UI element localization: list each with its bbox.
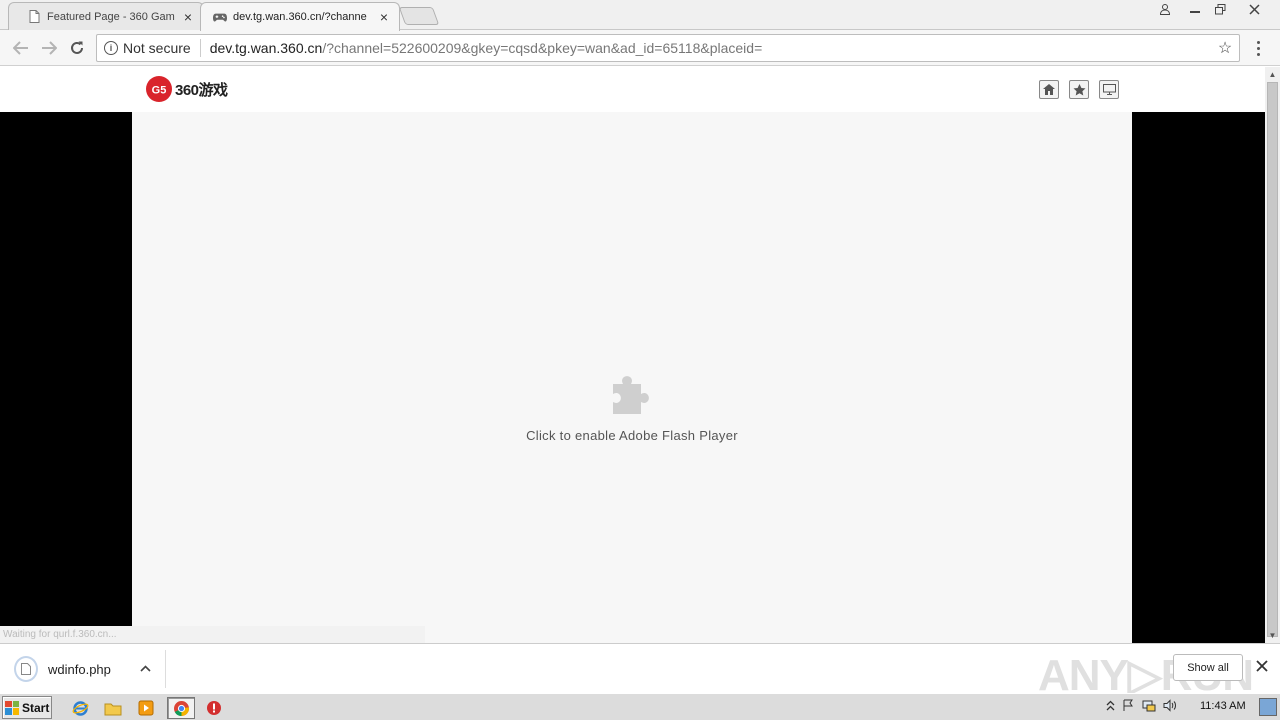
desktop-shortcut-icon[interactable]: [1099, 80, 1119, 99]
home-icon[interactable]: [1039, 80, 1059, 99]
internet-explorer-icon[interactable]: [69, 697, 91, 719]
volume-icon[interactable]: [1163, 699, 1177, 715]
file-icon: [14, 656, 38, 682]
logo-text: 360游戏: [175, 81, 228, 99]
windows-logo-icon: [5, 700, 19, 715]
flash-enable-message[interactable]: Click to enable Adobe Flash Player: [132, 428, 1132, 443]
file-explorer-icon[interactable]: [102, 697, 124, 719]
favorite-star-icon[interactable]: [1069, 80, 1089, 99]
page-side-panel-left: [0, 112, 132, 643]
tab-title: Featured Page - 360 Game: [47, 10, 175, 23]
restore-window-icon[interactable]: [1208, 0, 1232, 18]
show-desktop-button[interactable]: [1259, 698, 1277, 716]
tab-close-icon[interactable]: ×: [377, 9, 391, 25]
site-logo[interactable]: G5 360游戏: [146, 76, 228, 102]
address-bar[interactable]: i Not secure dev.tg.wan.360.cn /?channel…: [96, 34, 1240, 62]
bookmark-star-icon[interactable]: ☆: [1211, 38, 1239, 58]
tab-close-icon[interactable]: ×: [181, 9, 195, 25]
new-tab-button[interactable]: [398, 7, 440, 25]
windows-taskbar: Start 11:43 AM: [0, 693, 1280, 720]
page-viewport: G5 360游戏 Click to enable Adobe Flash Pla…: [0, 67, 1265, 643]
network-icon[interactable]: [1142, 699, 1156, 715]
tab-dev-tg-wan[interactable]: dev.tg.wan.360.cn/?channe ×: [200, 2, 400, 31]
security-label[interactable]: Not secure: [123, 40, 191, 56]
logo-badge-text: G5: [152, 85, 167, 97]
logo-badge-icon: G5: [146, 76, 172, 102]
gamepad-icon: [213, 10, 227, 24]
flash-plugin-placeholder[interactable]: Click to enable Adobe Flash Player: [132, 112, 1132, 643]
info-icon[interactable]: i: [104, 41, 118, 55]
stop-sign-icon[interactable]: [203, 697, 225, 719]
download-file-name[interactable]: wdinfo.php: [48, 662, 135, 677]
download-shelf: wdinfo.php ANY▷RUN Show all: [0, 643, 1280, 700]
site-header: G5 360游戏: [0, 67, 1265, 112]
browser-toolbar: i Not secure dev.tg.wan.360.cn /?channel…: [0, 30, 1280, 66]
reload-button[interactable]: [67, 38, 87, 58]
scrollbar-thumb[interactable]: [1267, 82, 1278, 637]
page-side-panel-right: [1132, 112, 1265, 643]
tab-title: dev.tg.wan.360.cn/?channe: [233, 11, 367, 23]
start-label: Start: [22, 700, 50, 715]
download-item[interactable]: wdinfo.php: [10, 650, 166, 688]
status-bubble: Waiting for qurl.f.360.cn...: [0, 626, 425, 643]
omnibox-divider: [199, 39, 201, 57]
minimize-window-icon[interactable]: [1183, 0, 1207, 18]
url-path[interactable]: /?channel=522600209&gkey=cqsd&pkey=wan&a…: [322, 40, 1211, 56]
start-button[interactable]: Start: [2, 696, 52, 719]
chrome-taskbar-icon[interactable]: [167, 697, 195, 719]
scroll-up-icon[interactable]: ▲: [1265, 67, 1280, 82]
user-profile-icon[interactable]: [1153, 0, 1177, 18]
page-icon: [27, 10, 41, 24]
tray-expand-icon[interactable]: [1106, 700, 1115, 715]
action-center-flag-icon[interactable]: [1122, 699, 1135, 715]
media-player-icon[interactable]: [135, 697, 157, 719]
show-all-downloads-button[interactable]: Show all: [1173, 654, 1243, 681]
back-button[interactable]: [11, 38, 31, 58]
close-window-icon[interactable]: [1242, 0, 1266, 18]
chevron-up-icon[interactable]: [135, 663, 155, 675]
taskbar-clock[interactable]: 11:43 AM: [1200, 700, 1246, 712]
close-download-shelf-icon[interactable]: [1254, 658, 1270, 676]
forward-button[interactable]: [39, 38, 59, 58]
tab-featured-page[interactable]: Featured Page - 360 Game ×: [8, 2, 204, 30]
tab-strip: Featured Page - 360 Game × dev.tg.wan.36…: [0, 0, 1280, 31]
browser-menu-button[interactable]: [1250, 38, 1266, 58]
url-host[interactable]: dev.tg.wan.360.cn: [210, 40, 323, 56]
puzzle-piece-icon[interactable]: [609, 372, 655, 418]
scroll-down-icon[interactable]: ▼: [1265, 628, 1280, 643]
vertical-scrollbar[interactable]: ▲ ▼: [1265, 67, 1280, 643]
